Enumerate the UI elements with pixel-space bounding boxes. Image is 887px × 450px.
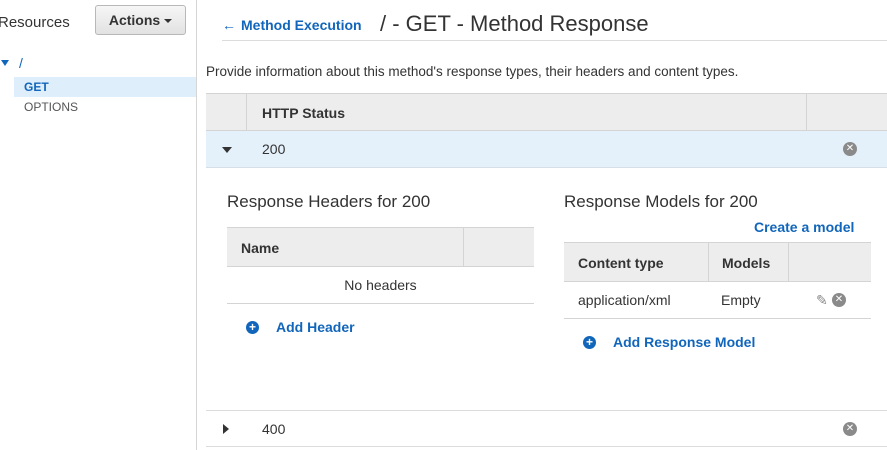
- back-link-label: Method Execution: [241, 17, 362, 33]
- models-table-header: Content type Models: [564, 242, 871, 282]
- response-models-title: Response Models for 200: [564, 192, 758, 211]
- tree-expand-icon[interactable]: [1, 60, 9, 66]
- chevron-down-icon: [164, 18, 173, 23]
- response-headers-title: Response Headers for 200: [227, 192, 431, 211]
- collapse-icon[interactable]: [222, 147, 232, 153]
- page-title: / - GET - Method Response: [380, 11, 649, 36]
- arrow-left-icon: ←: [222, 17, 236, 33]
- resources-sidebar: Resources Actions / GET OPTIONS: [0, 0, 197, 450]
- content-type-column-header: Content type: [578, 255, 664, 271]
- actions-label: Actions: [108, 12, 161, 28]
- column-divider: [463, 228, 464, 266]
- status-code: 400: [262, 420, 286, 437]
- status-table-header: HTTP Status: [206, 93, 887, 131]
- plus-circle-icon: +: [246, 320, 259, 334]
- remove-circle-icon[interactable]: ✕: [843, 142, 857, 156]
- model-cell: Empty: [721, 292, 761, 308]
- remove-circle-icon[interactable]: ✕: [832, 293, 846, 307]
- actions-button[interactable]: Actions: [95, 5, 186, 35]
- column-divider: [806, 94, 807, 130]
- tree-item-options[interactable]: OPTIONS: [14, 97, 196, 117]
- pencil-icon[interactable]: ✎: [816, 292, 828, 309]
- plus-circle-icon: +: [583, 335, 596, 349]
- column-divider: [246, 94, 247, 130]
- main-content: ← Method Execution / - GET - Method Resp…: [206, 0, 887, 450]
- tree-root-resource[interactable]: /: [0, 55, 23, 71]
- column-divider: [788, 243, 789, 281]
- column-divider: [708, 243, 709, 281]
- create-model-link[interactable]: Create a model: [754, 219, 854, 235]
- headers-table-header: Name: [227, 227, 534, 267]
- models-column-header: Models: [722, 255, 771, 271]
- add-response-model-label: Add Response Model: [613, 334, 756, 350]
- http-status-column-header: HTTP Status: [262, 105, 345, 121]
- expand-icon[interactable]: [223, 424, 229, 434]
- tree-item-get[interactable]: GET: [14, 77, 196, 97]
- add-response-model-link[interactable]: + Add Response Model: [583, 334, 755, 350]
- method-execution-link[interactable]: ← Method Execution: [222, 17, 362, 33]
- add-header-label: Add Header: [276, 319, 355, 335]
- title-divider: [222, 40, 887, 41]
- status-row-400[interactable]: 400 ✕: [206, 410, 887, 447]
- page-description: Provide information about this method's …: [206, 64, 739, 79]
- remove-circle-icon[interactable]: ✕: [843, 421, 857, 436]
- model-row: application/xml Empty ✎ ✕: [564, 282, 871, 319]
- sidebar-title: Resources: [0, 14, 70, 31]
- tree-item-label: GET: [24, 80, 49, 94]
- name-column-header: Name: [241, 240, 280, 256]
- status-row-200[interactable]: 200 ✕: [206, 131, 887, 168]
- status-code: 200: [262, 141, 286, 157]
- tree-item-label: OPTIONS: [24, 100, 79, 114]
- tree-root-label: /: [19, 55, 23, 71]
- add-header-link[interactable]: + Add Header: [246, 319, 355, 335]
- content-type-cell: application/xml: [578, 292, 671, 308]
- no-headers-message: No headers: [227, 267, 534, 304]
